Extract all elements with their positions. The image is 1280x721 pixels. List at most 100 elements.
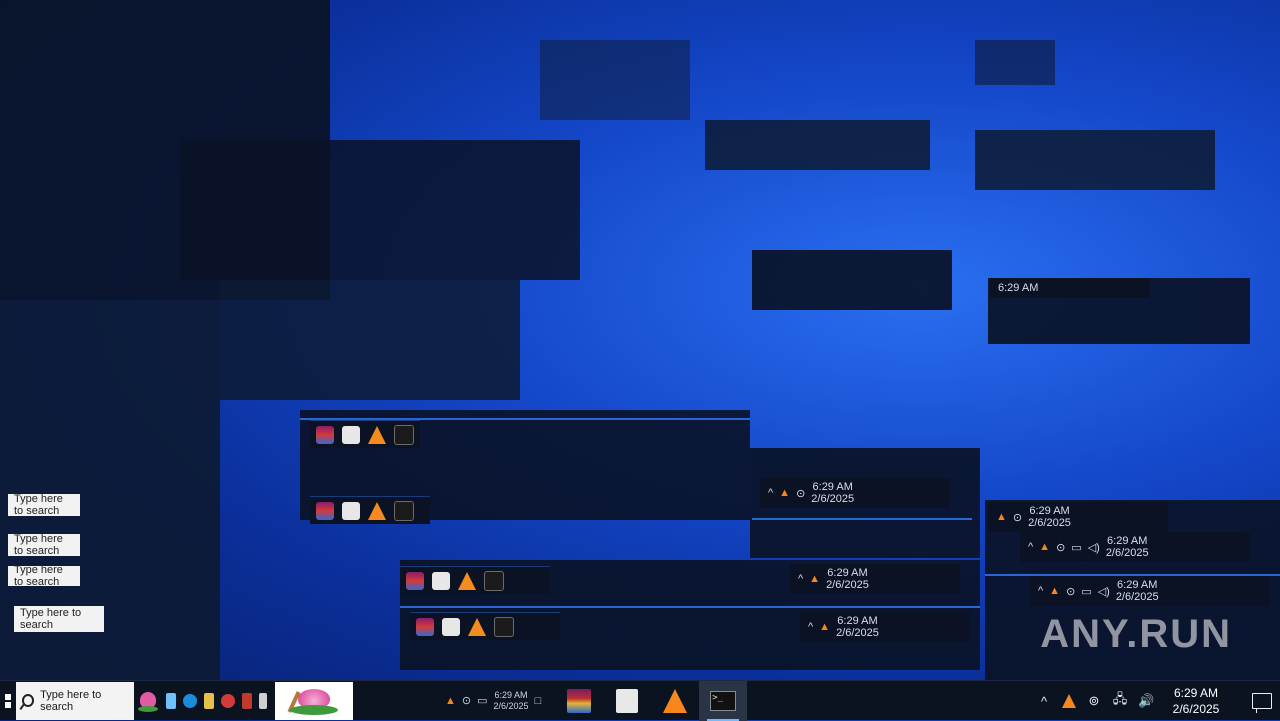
notification-center-icon[interactable]: [1252, 693, 1272, 713]
ghost-search-text: Type here to search: [14, 493, 63, 517]
notification-icon: □: [534, 694, 542, 707]
lotus-flower-icon: [287, 687, 340, 715]
cmd-icon: [494, 616, 514, 637]
watermark: ANY.RUN: [1040, 612, 1232, 656]
document-icon[interactable]: [259, 692, 267, 709]
cmd-icon: [394, 500, 414, 521]
network-icon[interactable]: 🖧: [1112, 690, 1128, 712]
cmd-icon: [484, 570, 504, 591]
ghost-clock-date: 2/6/2025: [836, 627, 879, 639]
glitch-line: [400, 606, 980, 608]
ghost-clock-date: 2/6/2025: [1115, 591, 1159, 603]
document-icon: [616, 688, 639, 713]
glitch-strip: [975, 130, 1215, 190]
meet-now-icon[interactable]: ⊚: [1086, 693, 1102, 709]
glitched-desktop: Type here to search Type here to search …: [0, 0, 1280, 680]
vlc-icon: [663, 688, 688, 713]
winrar-icon: [316, 501, 334, 520]
winrar-icon: [416, 617, 434, 636]
document-icon: [442, 617, 460, 636]
pinned-mini-icons: [158, 692, 275, 709]
ghost-search-text: Type here to search: [20, 607, 82, 631]
vlc-tray-icon: ▲: [445, 694, 456, 707]
folder-icon[interactable]: [204, 692, 214, 709]
ghost-app-bar: [310, 420, 420, 448]
vlc-tray-icon[interactable]: [1062, 694, 1076, 708]
taskbar-apps: >_: [555, 680, 748, 721]
winrar-icon[interactable]: [242, 692, 252, 709]
network-icon: ▭: [477, 695, 488, 707]
edge-icon[interactable]: [183, 693, 197, 708]
ghost-tray: ^ ▲ ⊙ ▭ ◁) 6:29 AM 2/6/2025: [1020, 532, 1250, 562]
ghost-app-bar: [410, 612, 560, 640]
ghost-clock-date: 2/6/2025: [811, 493, 855, 505]
taskbar-app-vlc[interactable]: [651, 681, 699, 721]
ghost-app-bar: [310, 496, 430, 524]
taskbar-app-winrar[interactable]: [555, 681, 603, 721]
glitch-strip: [540, 40, 690, 120]
winrar-icon: [316, 425, 334, 444]
search-icon: [22, 694, 35, 707]
ghost-search-text: Type here to search: [14, 533, 63, 557]
search-box[interactable]: Type here to search: [16, 681, 134, 720]
ghost-clock-time: 6:29 AM: [827, 567, 868, 579]
volume-icon[interactable]: 🔊: [1138, 693, 1154, 709]
clock[interactable]: 6:29 AM 2/6/2025: [1164, 685, 1228, 717]
lotus-icon: [138, 688, 158, 714]
ghost-tray: ^ ▲ 6:29 AM 2/6/2025: [800, 612, 970, 642]
glitch-strip: [752, 250, 952, 310]
vlc-icon: [368, 425, 386, 444]
windows-logo-icon: [5, 693, 11, 708]
ghost-clock-date: 2/6/2025: [493, 700, 529, 711]
glitch-strip: [180, 140, 580, 280]
glitch-strip: [975, 40, 1055, 85]
ghost-search-text: Type here to search: [14, 564, 63, 588]
ghost-clock-time: 6:29 AM: [837, 615, 878, 627]
ghost-clock-time: 6:29 AM: [1117, 579, 1158, 591]
document-icon: [432, 571, 450, 590]
ghost-mid-tray: ▲ ⊙ ▭ 6:29 AM 2/6/2025 □: [445, 690, 541, 712]
document-icon: [342, 425, 360, 444]
ghost-tray: ^ ▲ ⊙ ▭ ◁) 6:29 AM 2/6/2025: [1030, 576, 1270, 606]
vlc-icon: [468, 617, 486, 636]
ghost-clock-time: 6:29 AM: [812, 481, 853, 493]
cmd-icon: [394, 424, 414, 445]
winrar-icon: [567, 688, 592, 713]
ghost-tray: ^ ▲ ⊙ 6:29 AM 2/6/2025: [760, 478, 950, 508]
ghost-search-box: Type here to search: [8, 533, 80, 557]
ghost-clock-date: 2/6/2025: [1105, 547, 1149, 559]
ghost-clock-date: 2/6/2025: [826, 579, 869, 591]
winrar-icon: [406, 571, 424, 590]
ghost-app-bar: [400, 566, 550, 594]
clock-date: 2/6/2025: [1172, 702, 1220, 716]
taskbar-app-document[interactable]: [603, 681, 651, 721]
lotus-thumbnail: [275, 681, 353, 720]
clock-time: 6:29 AM: [1173, 686, 1219, 700]
taskbar-app-cmd[interactable]: >_: [699, 680, 748, 721]
ghost-search-box: Type here to search: [8, 564, 80, 588]
ghost-search-box: Type here to search: [8, 493, 80, 517]
ghost-clock-time: 6:29 AM: [1029, 505, 1070, 517]
ghost-clock-date: 2/6/2025: [1028, 517, 1071, 529]
document-icon: [342, 501, 360, 520]
search-placeholder: Type here to search: [40, 688, 102, 713]
taskbar: Type here to search ▲ ⊙ ▭ 6:29 AM 2/6/20…: [0, 680, 1280, 721]
vlc-icon: [368, 501, 386, 520]
chrome-icon[interactable]: [221, 693, 235, 708]
ghost-clock-time: 6:29 AM: [998, 282, 1039, 294]
ghost-tray: ▲ ⊙ 6:29 AM 2/6/2025: [988, 502, 1168, 532]
ghost-tray: 6:29 AM: [990, 278, 1150, 298]
system-tray: ^ ⊚ 🖧 🔊 6:29 AM 2/6/2025: [1036, 681, 1280, 721]
show-hidden-icons-chevron-icon[interactable]: ^: [1036, 694, 1052, 709]
app-icon[interactable]: [166, 692, 176, 709]
glitch-strip: [220, 280, 520, 400]
glitch-strip: [705, 120, 930, 170]
vlc-icon: [458, 571, 476, 590]
ghost-clock-time: 6:29 AM: [494, 689, 528, 700]
start-button[interactable]: [0, 681, 16, 721]
meet-now-icon: ⊙: [461, 695, 472, 707]
cmd-icon: >_: [710, 690, 737, 711]
ghost-search-box: Type here to search: [14, 606, 104, 632]
glitch-line: [752, 518, 972, 520]
ghost-tray: ^ ▲ 6:29 AM 2/6/2025: [790, 564, 960, 594]
